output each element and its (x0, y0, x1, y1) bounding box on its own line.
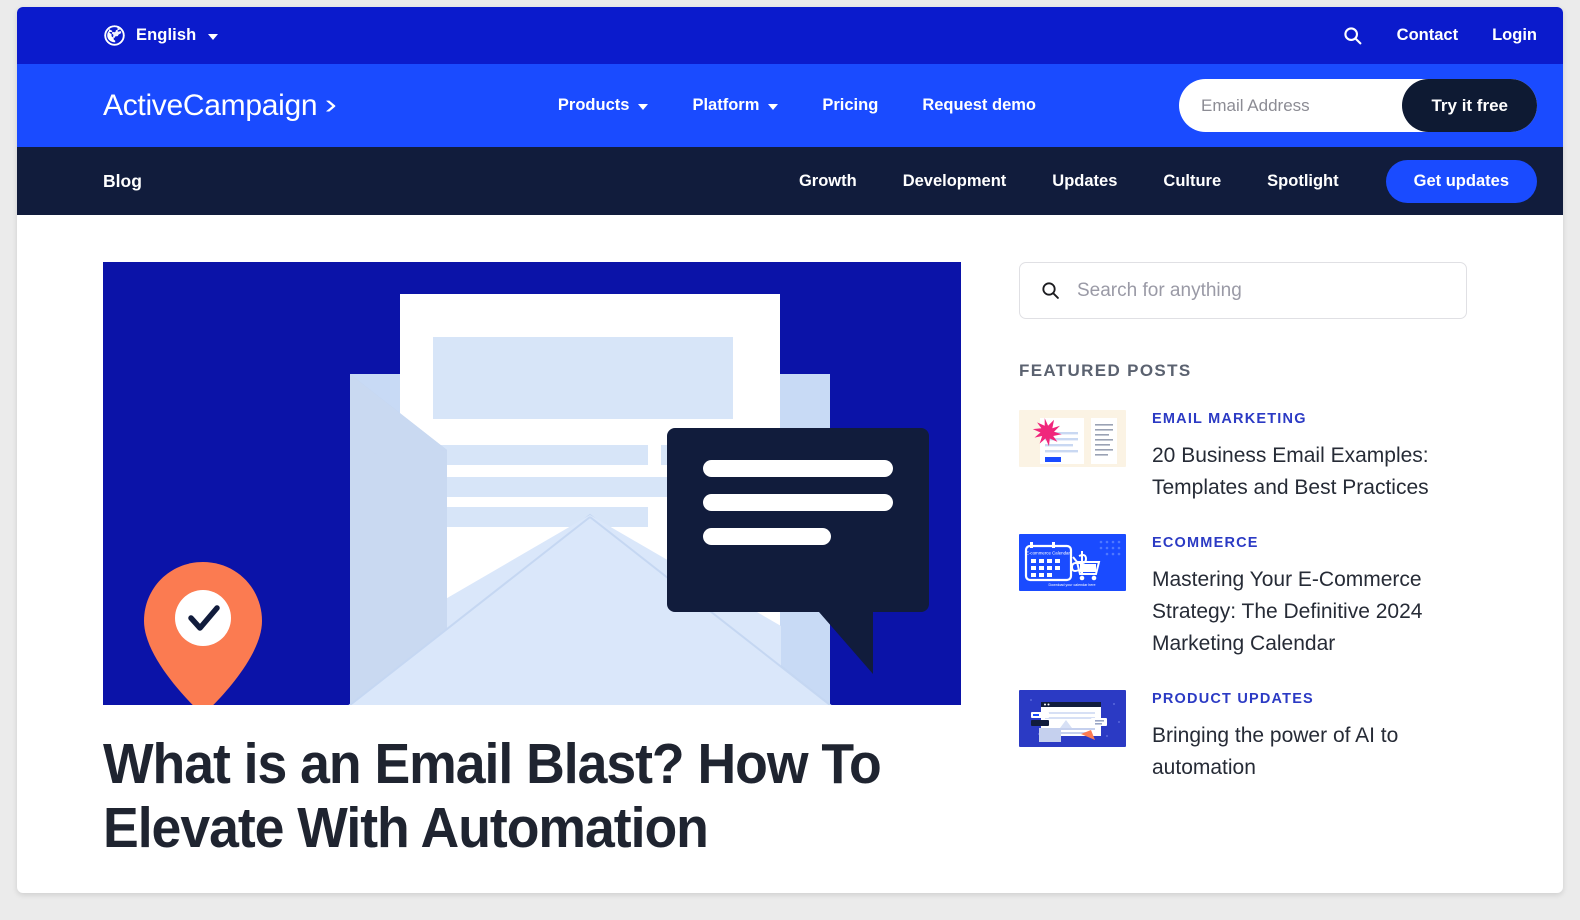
hero-illustration[interactable] (103, 262, 961, 705)
featured-post-item[interactable]: PRODUCT UPDATES Bringing the power of AI… (1019, 689, 1467, 785)
logo-text: ActiveCampaign (103, 88, 318, 122)
nav-item-request-demo-label: Request demo (922, 96, 1036, 114)
featured-article: What is an Email Blast? How To Elevate W… (103, 262, 961, 861)
blog-nav-item-culture[interactable]: Culture (1140, 172, 1244, 191)
primary-nav-links: Products Platform Pricing Request demo (536, 96, 1058, 115)
nav-item-products[interactable]: Products (536, 96, 671, 115)
signup-pill: Try it free (1179, 79, 1537, 132)
nav-item-platform[interactable]: Platform (670, 96, 800, 115)
activecampaign-logo[interactable]: ActiveCampaign › (103, 88, 338, 123)
contact-link[interactable]: Contact (1397, 26, 1458, 45)
get-updates-button[interactable]: Get updates (1385, 159, 1537, 203)
chevron-right-mark-icon: › (325, 89, 338, 121)
main-navigation-bar: ActiveCampaign › Products Platform Prici… (17, 64, 1563, 147)
nav-item-products-label: Products (557, 96, 630, 114)
language-label: English (136, 26, 197, 44)
blog-nav-item-spotlight[interactable]: Spotlight (1244, 172, 1361, 191)
language-selector[interactable]: English (103, 24, 219, 47)
sidebar-search-box (1019, 262, 1467, 319)
blog-nav-item-growth[interactable]: Growth (776, 172, 880, 191)
post-category[interactable]: PRODUCT UPDATES (1152, 691, 1467, 707)
blog-home-link[interactable]: Blog (103, 171, 142, 192)
featured-post-item[interactable]: E-commerce Calendar Download your calend… (1019, 533, 1467, 661)
blog-nav-item-updates[interactable]: Updates (1029, 172, 1140, 191)
featured-post-text: PRODUCT UPDATES Bringing the power of AI… (1152, 690, 1467, 785)
page-content: What is an Email Blast? How To Elevate W… (17, 215, 1563, 861)
blog-nav-links: Growth Development Updates Culture Spotl… (776, 159, 1537, 203)
search-icon[interactable] (1342, 25, 1363, 46)
featured-posts-heading: FEATURED POSTS (1019, 361, 1192, 380)
post-title[interactable]: Bringing the power of AI to automation (1152, 720, 1467, 785)
signup-cta-group: Try it free (1179, 79, 1537, 132)
chevron-down-icon (638, 103, 649, 110)
login-link[interactable]: Login (1492, 26, 1537, 45)
email-template-starburst-thumbnail-icon (1019, 410, 1126, 467)
blog-navigation-bar: Blog Growth Development Updates Culture … (17, 147, 1563, 215)
featured-post-text: ECOMMERCE Mastering Your E-Commerce Stra… (1152, 534, 1467, 661)
nav-item-request-demo[interactable]: Request demo (900, 96, 1058, 115)
search-input[interactable] (1077, 279, 1446, 302)
post-category[interactable]: ECOMMERCE (1152, 535, 1467, 551)
article-title[interactable]: What is an Email Blast? How To Elevate W… (103, 732, 910, 861)
sidebar: FEATURED POSTS (1019, 262, 1467, 861)
email-address-input[interactable] (1179, 79, 1379, 132)
featured-post-text: EMAIL MARKETING 20 Business Email Exampl… (1152, 410, 1467, 505)
featured-post-item[interactable]: EMAIL MARKETING 20 Business Email Exampl… (1019, 410, 1467, 505)
browser-page-card: English Contact Login ActiveCampaign › P… (17, 7, 1563, 893)
ecommerce-calendar-cart-thumbnail-icon: E-commerce Calendar Download your calend… (1019, 533, 1126, 591)
post-title[interactable]: Mastering Your E-Commerce Strategy: The … (1152, 564, 1467, 661)
try-it-free-button[interactable]: Try it free (1402, 79, 1537, 132)
nav-item-pricing-label: Pricing (822, 96, 879, 114)
chevron-down-icon (768, 103, 779, 110)
ai-automation-dashboard-thumbnail-icon (1019, 689, 1126, 747)
chevron-down-icon (208, 33, 219, 40)
utility-bar-right: Contact Login (1342, 25, 1537, 46)
svg-text:Download your calendar here: Download your calendar here (1049, 583, 1096, 587)
nav-item-pricing[interactable]: Pricing (800, 96, 900, 115)
nav-item-platform-label: Platform (692, 96, 760, 114)
utility-bar: English Contact Login (17, 7, 1563, 64)
blog-nav-item-development[interactable]: Development (880, 172, 1030, 191)
post-category[interactable]: EMAIL MARKETING (1152, 411, 1467, 427)
post-title[interactable]: 20 Business Email Examples: Templates an… (1152, 440, 1467, 505)
search-icon[interactable] (1040, 280, 1061, 301)
globe-icon (103, 24, 126, 47)
svg-text:E-commerce Calendar: E-commerce Calendar (1026, 550, 1070, 555)
